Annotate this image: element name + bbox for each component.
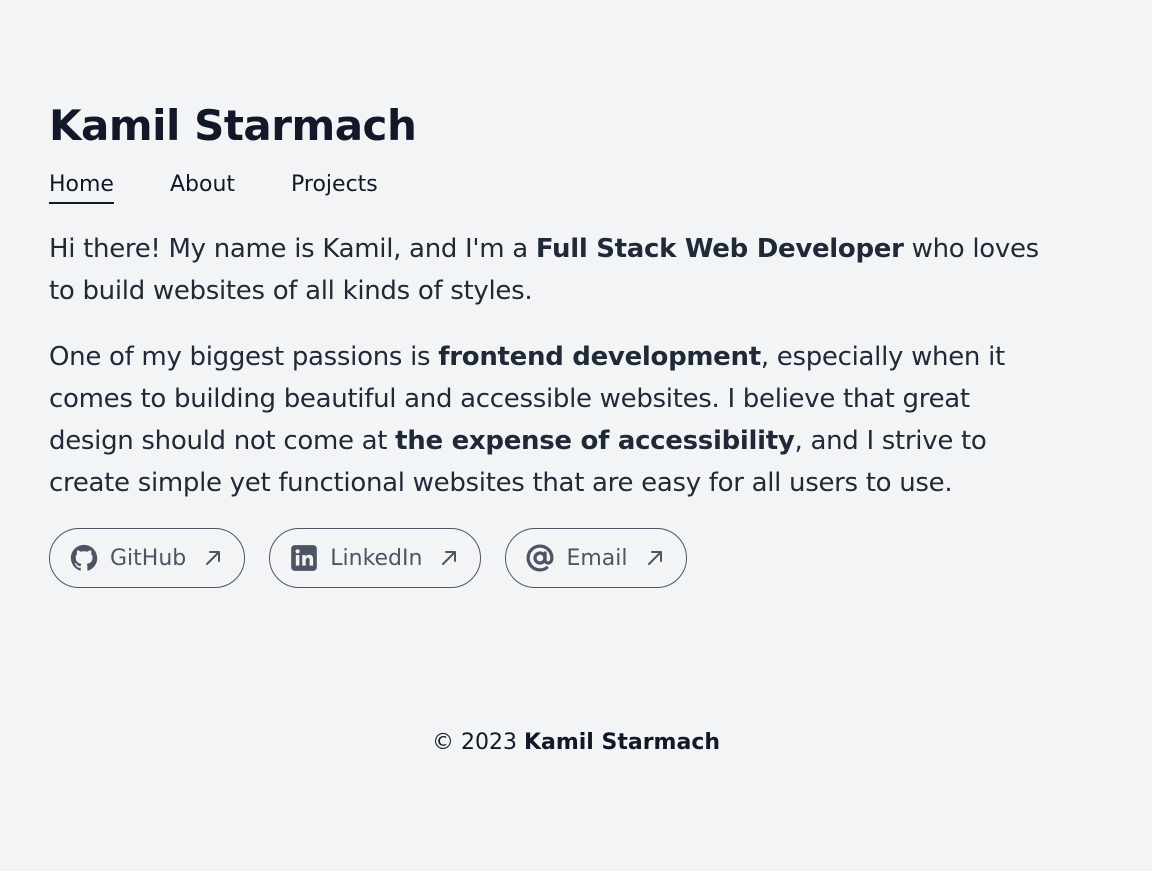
github-link[interactable]: GitHub: [49, 528, 246, 588]
email-link-label: Email: [566, 545, 628, 571]
nav-about-link[interactable]: About: [170, 170, 235, 202]
external-arrow-icon: [644, 547, 666, 569]
github-link-label: GitHub: [110, 545, 187, 571]
site-title: Kamil Starmach: [49, 101, 417, 150]
external-arrow-icon: [202, 547, 224, 569]
email-link[interactable]: Email: [505, 528, 687, 588]
linkedin-link[interactable]: LinkedIn: [269, 528, 482, 588]
passion-highlight-accessibility: the expense of accessibility: [395, 426, 795, 456]
main-content: Kamil Starmach Home About Projects Hi th…: [49, 98, 1059, 588]
footer: © 2023 Kamil Starmach: [0, 730, 1152, 755]
linkedin-icon: [288, 542, 320, 574]
intro-highlight-role: Full Stack Web Developer: [535, 234, 904, 264]
passion-text: One of my biggest passions is: [49, 342, 439, 372]
passion-paragraph: One of my biggest passions is frontend d…: [49, 336, 1059, 504]
main-nav: Home About Projects: [49, 170, 1059, 210]
page: Kamil Starmach Home About Projects Hi th…: [0, 0, 1152, 871]
github-icon: [68, 542, 100, 574]
social-links: GitHub LinkedIn Email: [49, 528, 1059, 588]
passion-highlight-frontend: frontend development: [438, 342, 761, 372]
footer-author-name: Kamil Starmach: [523, 730, 721, 755]
intro-paragraph: Hi there! My name is Kamil, and I'm a Fu…: [49, 228, 1059, 312]
nav-home-link[interactable]: Home: [49, 170, 114, 204]
nav-projects-link[interactable]: Projects: [291, 170, 378, 202]
at-sign-icon: [524, 542, 556, 574]
intro-text: Hi there! My name is Kamil, and I'm a: [49, 234, 536, 264]
copyright-text: © 2023: [431, 730, 524, 755]
linkedin-link-label: LinkedIn: [330, 545, 423, 571]
external-arrow-icon: [438, 547, 460, 569]
